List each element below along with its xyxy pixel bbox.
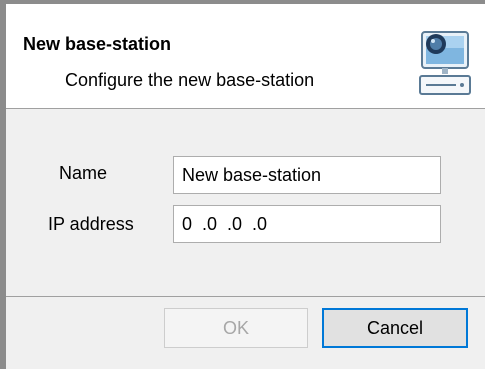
dialog-header: New base-station Configure the new base-… <box>6 4 485 109</box>
ok-button[interactable]: OK <box>164 308 308 348</box>
name-field[interactable]: New base-station <box>173 156 441 194</box>
dialog-title: New base-station <box>23 34 172 54</box>
new-base-station-dialog: New base-station Configure the new base-… <box>0 0 485 369</box>
cancel-button[interactable]: Cancel <box>322 308 468 348</box>
ip-address-field[interactable]: 0 .0 .0 .0 <box>173 205 441 243</box>
name-label: Name <box>59 163 108 183</box>
footer-separator <box>6 296 485 297</box>
dialog-subtitle: Configure the new base-station <box>65 70 315 90</box>
ip-address-label: IP address <box>48 214 134 234</box>
computer-monitor-icon <box>416 24 474 100</box>
